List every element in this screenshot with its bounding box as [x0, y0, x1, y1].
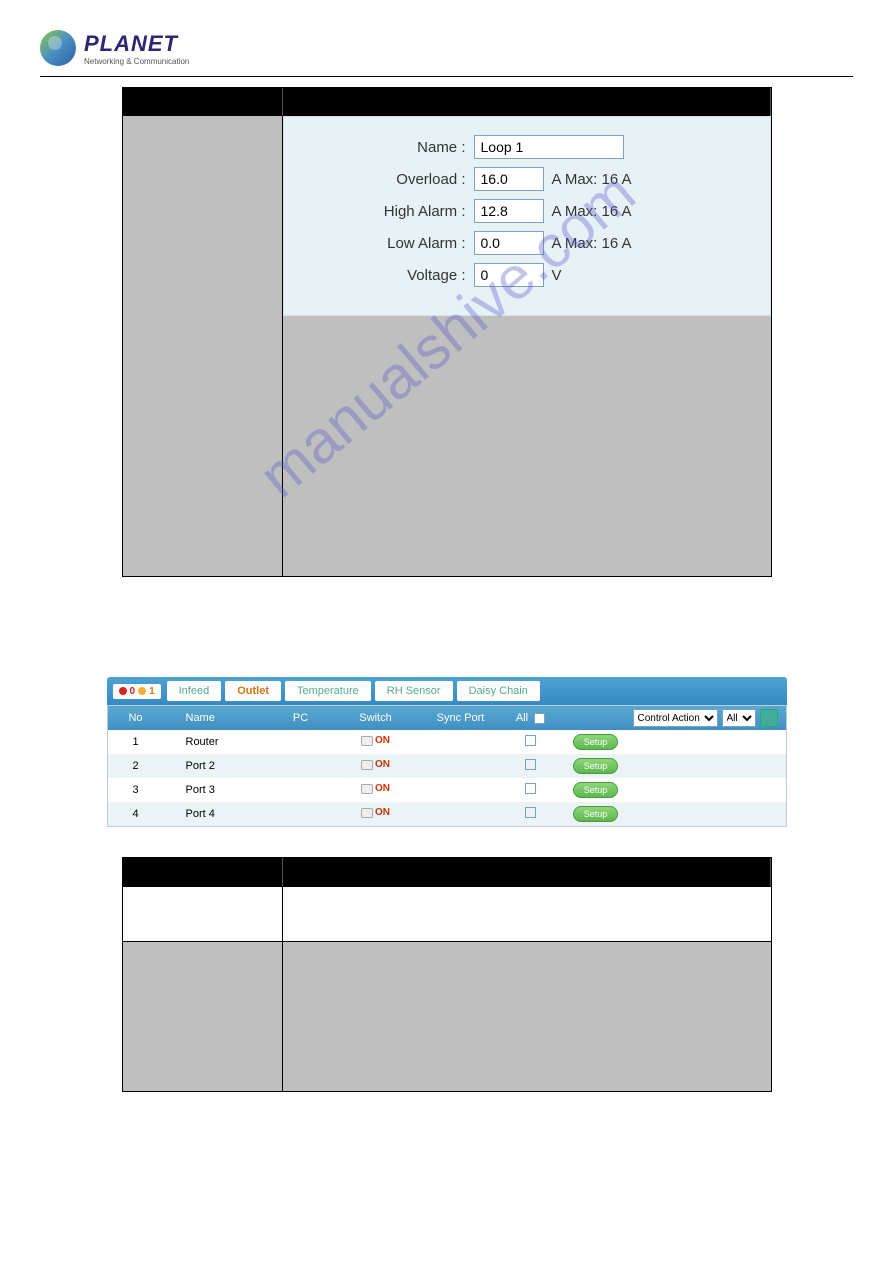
overload-input[interactable] [474, 167, 544, 191]
cell-name: Port 2 [156, 760, 266, 772]
cell-name: Port 4 [156, 808, 266, 820]
row-checkbox[interactable] [525, 759, 536, 770]
switch-state: ON [375, 759, 390, 770]
brand-name: PLANET [84, 31, 189, 57]
right-pane: Name : Overload : A Max: 16 A High Alarm… [283, 116, 771, 576]
switch-state: ON [375, 735, 390, 746]
cell-switch: ON [336, 783, 416, 797]
switch-state: ON [375, 807, 390, 818]
col-no: No [116, 712, 156, 724]
status-count-red: 0 [130, 686, 136, 697]
name-label: Name : [304, 139, 474, 156]
tab-rh-sensor[interactable]: RH Sensor [375, 681, 453, 701]
setup-button[interactable]: Setup [573, 782, 619, 798]
low-alarm-label: Low Alarm : [304, 235, 474, 252]
high-alarm-input[interactable] [474, 199, 544, 223]
cell-switch: ON [336, 807, 416, 821]
outlet-table: No Name PC Switch Sync Port All Control … [107, 705, 787, 827]
col-name: Name [156, 712, 266, 724]
row-checkbox[interactable] [525, 783, 536, 794]
cell-no: 2 [116, 760, 156, 772]
setup-button[interactable]: Setup [573, 758, 619, 774]
cell-name: Port 3 [156, 784, 266, 796]
cell-no: 4 [116, 808, 156, 820]
control-action-group: Control Action All [633, 709, 778, 727]
high-alarm-label: High Alarm : [304, 203, 474, 220]
switch-state: ON [375, 783, 390, 794]
table-row: 3 Port 3 ON Setup [108, 778, 786, 802]
all-label: All [516, 712, 528, 724]
go-button[interactable] [760, 709, 778, 727]
settings-table: Name : Overload : A Max: 16 A High Alarm… [122, 87, 772, 577]
cell-all [506, 783, 556, 797]
voltage-input[interactable] [474, 263, 544, 287]
tab-bar: 0 1 Infeed Outlet Temperature RH Sensor … [107, 677, 787, 705]
low-alarm-suffix: A Max: 16 A [552, 235, 632, 252]
col-switch: Switch [336, 712, 416, 724]
high-alarm-suffix: A Max: 16 A [552, 203, 632, 220]
cell-all [506, 807, 556, 821]
row-checkbox[interactable] [525, 807, 536, 818]
table-header [123, 858, 771, 886]
setup-button[interactable]: Setup [573, 806, 619, 822]
cell-switch: ON [336, 759, 416, 773]
cell-name: Router [156, 736, 266, 748]
switch-icon[interactable] [361, 784, 373, 794]
tab-temperature[interactable]: Temperature [285, 681, 371, 701]
overload-label: Overload : [304, 171, 474, 188]
alert-yellow-icon [138, 687, 146, 695]
tab-infeed[interactable]: Infeed [167, 681, 222, 701]
loop-form: Name : Overload : A Max: 16 A High Alarm… [283, 116, 771, 316]
outlet-table-header: No Name PC Switch Sync Port All Control … [108, 706, 786, 730]
cell-all [506, 735, 556, 749]
divider [40, 76, 853, 77]
col-pc: PC [266, 712, 336, 724]
switch-icon[interactable] [361, 808, 373, 818]
brand-logo: PLANET Networking & Communication [40, 30, 189, 66]
setup-button[interactable]: Setup [573, 734, 619, 750]
voltage-label: Voltage : [304, 267, 474, 284]
row-checkbox[interactable] [525, 735, 536, 746]
table-row: 4 Port 4 ON Setup [108, 802, 786, 826]
status-indicator: 0 1 [113, 684, 161, 699]
overload-suffix: A Max: 16 A [552, 171, 632, 188]
globe-icon [40, 30, 76, 66]
voltage-suffix: V [552, 267, 562, 284]
tab-outlet[interactable]: Outlet [225, 681, 281, 701]
table-row [123, 886, 771, 941]
cell-switch: ON [336, 735, 416, 749]
col-sync: Sync Port [416, 712, 506, 724]
cell-all [506, 759, 556, 773]
alert-red-icon [119, 687, 127, 695]
low-alarm-input[interactable] [474, 231, 544, 255]
outlet-section: 0 1 Infeed Outlet Temperature RH Sensor … [107, 677, 787, 827]
name-input[interactable] [474, 135, 624, 159]
brand-tagline: Networking & Communication [84, 57, 189, 66]
status-count-yellow: 1 [149, 686, 155, 697]
description-table [122, 857, 772, 1092]
control-target-select[interactable]: All [722, 709, 756, 727]
switch-icon[interactable] [361, 760, 373, 770]
page-header: PLANET Networking & Communication [40, 30, 853, 66]
table-row: 2 Port 2 ON Setup [108, 754, 786, 778]
left-pane [123, 116, 283, 576]
switch-icon[interactable] [361, 736, 373, 746]
table-row [123, 941, 771, 1091]
table-header [123, 88, 771, 116]
all-checkbox[interactable] [534, 713, 545, 724]
cell-no: 3 [116, 784, 156, 796]
cell-no: 1 [116, 736, 156, 748]
col-all: All [506, 712, 556, 724]
control-action-select[interactable]: Control Action [633, 709, 718, 727]
table-row: 1 Router ON Setup [108, 730, 786, 754]
tab-daisy-chain[interactable]: Daisy Chain [457, 681, 540, 701]
